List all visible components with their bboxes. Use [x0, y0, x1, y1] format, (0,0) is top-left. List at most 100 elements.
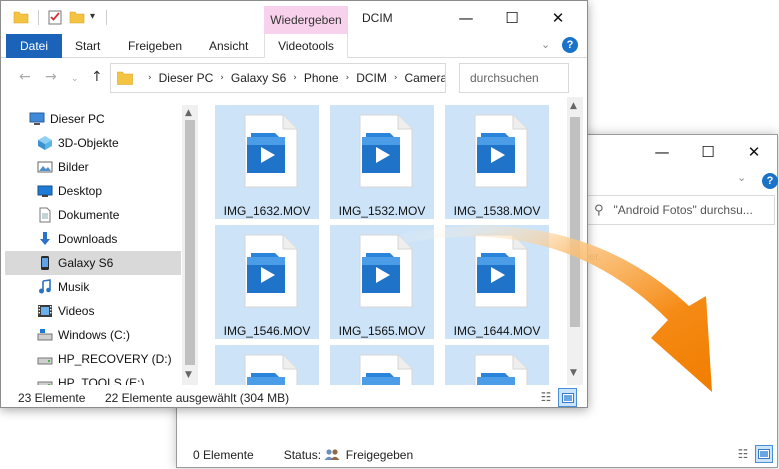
- file-grid: IMG_1632.MOV IMG_1532.MOV IMG_1538.MOV IMG_…: [215, 105, 567, 385]
- file-name: IMG_1644.MOV: [453, 324, 541, 338]
- file-scrollbar[interactable]: ▲ ▼: [567, 97, 583, 385]
- video-file-icon: [244, 354, 298, 385]
- breadcrumb-separator-icon[interactable]: ›: [220, 73, 224, 83]
- tab-videotools[interactable]: Videotools: [264, 34, 348, 58]
- drive-icon: [37, 381, 53, 385]
- tab-start[interactable]: Start: [75, 34, 100, 58]
- tree-item-desktop[interactable]: Desktop: [5, 179, 181, 203]
- tree-item-hp-recovery-d[interactable]: HP_RECOVERY (D:): [5, 347, 181, 371]
- close-button[interactable]: ✕: [535, 1, 581, 34]
- source-explorer-window: ▾ Wiedergeben DCIM — ☐ ✕ Datei Start Fre…: [0, 0, 588, 408]
- file-item[interactable]: IMG_1565.MOV: [330, 225, 434, 339]
- file-item[interactable]: IMG_1644.MOV: [445, 225, 549, 339]
- ribbon-expand-chevron-icon[interactable]: ⌄: [541, 38, 550, 51]
- tab-datei[interactable]: Datei: [6, 34, 62, 58]
- tree-item-downloads[interactable]: Downloads: [5, 227, 181, 251]
- tree-item-3d-objekte[interactable]: 3D-Objekte: [5, 131, 181, 155]
- maximize-button[interactable]: ☐: [685, 135, 731, 169]
- shared-people-icon: [324, 449, 340, 460]
- breadcrumb-phone[interactable]: Phone: [304, 71, 339, 85]
- breadcrumb-dcim[interactable]: DCIM: [356, 71, 387, 85]
- scrollbar-thumb[interactable]: [185, 120, 195, 365]
- search-input[interactable]: durchsuchen: [459, 63, 569, 93]
- breadcrumb-separator-icon[interactable]: ›: [394, 73, 398, 83]
- downloads-icon: [40, 232, 50, 245]
- tree-item-windows-c[interactable]: Windows (C:): [5, 323, 181, 347]
- status-label: Status:: [283, 448, 322, 462]
- breadcrumb-separator-icon[interactable]: ›: [293, 73, 297, 83]
- computer-icon: [29, 112, 45, 125]
- status-bar: 0 Elemente Status: Freigegeben: [193, 448, 413, 462]
- scroll-down-arrow-icon[interactable]: ▼: [570, 368, 577, 378]
- recent-locations-chevron-icon[interactable]: ⌄: [71, 74, 79, 84]
- file-item[interactable]: IMG_1538.MOV: [445, 105, 549, 219]
- video-file-icon: [359, 354, 413, 385]
- ribbon-expand-chevron-icon[interactable]: ⌄: [737, 171, 746, 184]
- phone-icon: [41, 256, 49, 270]
- tab-ansicht[interactable]: Ansicht: [209, 34, 248, 58]
- tree-scrollbar[interactable]: ▲ ▼: [182, 105, 198, 385]
- tab-freigeben[interactable]: Freigeben: [128, 34, 182, 58]
- minimize-button[interactable]: —: [443, 1, 489, 34]
- file-name: IMG_1546.MOV: [223, 324, 311, 338]
- details-view-button[interactable]: ☷: [537, 388, 555, 406]
- scroll-up-arrow-icon[interactable]: ▲: [570, 101, 577, 111]
- breadcrumb-separator-icon[interactable]: ›: [346, 73, 350, 83]
- help-button[interactable]: ?: [762, 173, 778, 189]
- tree-item-galaxy-s6[interactable]: Galaxy S6: [5, 251, 181, 275]
- ribbon-tabs: Datei Start Freigeben Ansicht Videotools…: [1, 34, 587, 58]
- file-item[interactable]: IMG_1546.MOV: [215, 225, 319, 339]
- file-name: IMG_1565.MOV: [338, 324, 426, 338]
- tree-item-label: Desktop: [58, 184, 103, 198]
- context-tab-wiedergeben[interactable]: Wiedergeben: [264, 6, 348, 34]
- details-view-button[interactable]: ☷: [734, 445, 752, 463]
- toolbar-separator: [38, 10, 39, 25]
- help-button[interactable]: ?: [562, 37, 578, 53]
- back-arrow-icon[interactable]: ←: [19, 69, 31, 85]
- new-folder-icon[interactable]: [69, 9, 85, 25]
- folder-icon: [13, 11, 29, 24]
- navigation-tree: Dieser PC 3D-Objekte Bilder Desktop Dokument…: [5, 105, 185, 385]
- file-item[interactable]: IMG_1632.MOV: [215, 105, 319, 219]
- quick-access-dropdown-icon[interactable]: ▾: [90, 11, 95, 22]
- breadcrumb-dieser-pc[interactable]: Dieser PC: [159, 71, 214, 85]
- tree-item-label: Dieser PC: [50, 112, 105, 126]
- tree-item-hp-tools-e[interactable]: HP_TOOLS (E:): [5, 371, 181, 385]
- breadcrumb-camera[interactable]: Camera: [404, 71, 445, 85]
- tree-item-label: 3D-Objekte: [58, 136, 119, 150]
- desktop-icon: [37, 185, 53, 197]
- tree-item-musik[interactable]: Musik: [5, 275, 181, 299]
- file-name: IMG_1538.MOV: [453, 204, 541, 218]
- tree-item-dokumente[interactable]: Dokumente: [5, 203, 181, 227]
- scroll-up-arrow-icon[interactable]: ▲: [185, 108, 192, 118]
- file-item[interactable]: [330, 345, 434, 385]
- tree-item-label: Bilder: [58, 160, 89, 174]
- tree-item-label: Windows (C:): [58, 328, 131, 342]
- address-bar[interactable]: › Dieser PC › Galaxy S6 › Phone › DCIM ›…: [110, 63, 446, 93]
- large-icons-view-icon: [758, 449, 770, 459]
- close-button[interactable]: ✕: [731, 135, 777, 169]
- minimize-button[interactable]: —: [639, 135, 685, 169]
- tree-item-videos[interactable]: Videos: [5, 299, 181, 323]
- video-file-icon: [244, 234, 298, 308]
- file-item[interactable]: [215, 345, 319, 385]
- large-icons-view-button[interactable]: [755, 445, 773, 463]
- video-file-icon: [474, 114, 528, 188]
- properties-icon[interactable]: [47, 9, 63, 25]
- forward-arrow-icon[interactable]: →: [45, 69, 57, 85]
- tree-item-bilder[interactable]: Bilder: [5, 155, 181, 179]
- up-arrow-icon[interactable]: ↑: [91, 69, 103, 85]
- tree-item-dieser-pc[interactable]: Dieser PC: [5, 107, 181, 131]
- breadcrumb-galaxy-s6[interactable]: Galaxy S6: [231, 71, 286, 85]
- search-placeholder: durchsuchen: [470, 71, 539, 85]
- large-icons-view-button[interactable]: [558, 388, 577, 407]
- scrollbar-thumb[interactable]: [570, 117, 580, 327]
- breadcrumb-separator-icon[interactable]: ›: [148, 73, 152, 83]
- file-name: IMG_1532.MOV: [338, 204, 426, 218]
- status-bar: 23 Elemente 22 Elemente ausgewählt (304 …: [1, 387, 587, 407]
- file-item[interactable]: [445, 345, 549, 385]
- scroll-down-arrow-icon[interactable]: ▼: [185, 370, 192, 380]
- search-input[interactable]: ⚲ "Android Fotos" durchsu...: [585, 195, 775, 225]
- file-item[interactable]: IMG_1532.MOV: [330, 105, 434, 219]
- maximize-button[interactable]: ☐: [489, 1, 535, 34]
